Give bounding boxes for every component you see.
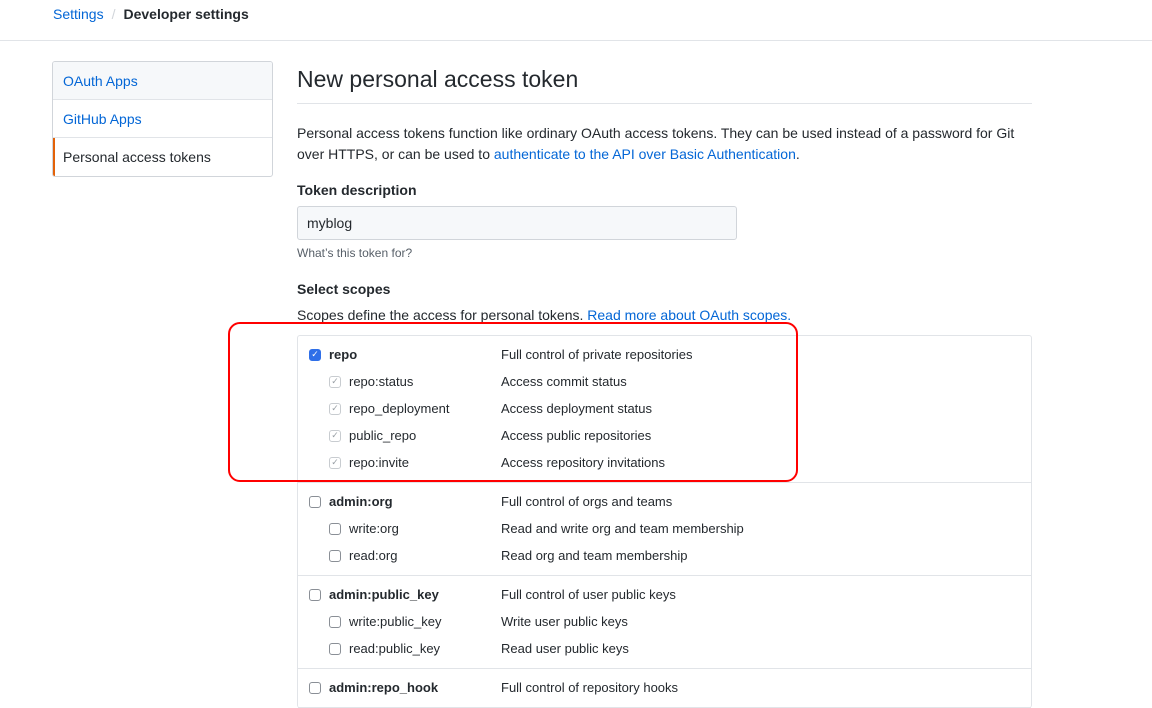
scope-name: repo:status [349, 374, 414, 389]
sidebar-nav: OAuth Apps GitHub Apps Personal access t… [52, 61, 273, 177]
scope-name: repo_deployment [349, 401, 450, 416]
scope-label[interactable]: admin:repo_hook [298, 680, 501, 695]
scope-checkbox-repo-status[interactable]: ✓ [329, 375, 341, 388]
scope-label[interactable]: write:public_key [298, 614, 501, 629]
token-description-input[interactable] [297, 206, 737, 240]
scope-checkbox-read-org[interactable] [329, 549, 341, 562]
top-bar: Settings / Developer settings [0, 0, 1152, 41]
scope-group-admin-public-key: admin:public_key Full control of user pub… [298, 576, 1031, 669]
token-description-label: Token description [297, 182, 417, 198]
scope-name: read:org [349, 548, 398, 563]
scope-description: Access public repositories [501, 428, 652, 443]
scope-checkbox-write-org[interactable] [329, 522, 341, 535]
scope-row-admin-public-key: admin:public_key Full control of user pub… [298, 581, 1031, 608]
scope-row-admin-org: admin:org Full control of orgs and teams [298, 488, 1031, 515]
scope-description: Full control of private repositories [501, 347, 693, 362]
scope-description: Read org and team membership [501, 548, 688, 563]
scopes-help-text: Scopes define the access for personal to… [297, 305, 1032, 325]
scope-name: public_repo [349, 428, 417, 443]
scope-description: Access commit status [501, 374, 627, 389]
scope-name: write:org [349, 521, 399, 536]
sidebar-item-github-apps[interactable]: GitHub Apps [53, 100, 272, 138]
intro-text: Personal access tokens function like ord… [297, 123, 1032, 165]
scope-row-admin-repo-hook: admin:repo_hook Full control of repositor… [298, 674, 1031, 701]
scope-label[interactable]: admin:public_key [298, 587, 501, 602]
scope-group-admin-org: admin:org Full control of orgs and teams w… [298, 483, 1031, 576]
scope-group-admin-repo-hook: admin:repo_hook Full control of repositor… [298, 669, 1031, 708]
scope-label[interactable]: ✓ repo:invite [298, 455, 501, 470]
scope-row-repo: ✓ repo Full control of private repositorie… [298, 341, 1031, 368]
scope-checkbox-read-public-key[interactable] [329, 642, 341, 655]
scope-name: read:public_key [349, 641, 441, 656]
scope-name: admin:public_key [329, 587, 439, 602]
scope-row-repo-deployment: ✓ repo_deployment Access deployment status [298, 395, 1031, 422]
scope-row-write-public-key: write:public_key Write user public keys [298, 608, 1031, 635]
oauth-scopes-link[interactable]: Read more about OAuth scopes. [587, 307, 791, 323]
sidebar-item-oauth-apps[interactable]: OAuth Apps [53, 62, 272, 100]
breadcrumb-separator: / [111, 6, 116, 22]
scope-description: Access repository invitations [501, 455, 666, 470]
scope-row-public-repo: ✓ public_repo Access public repositories [298, 422, 1031, 449]
page-title: New personal access token [297, 61, 1032, 104]
scope-row-write-org: write:org Read and write org and team mem… [298, 515, 1031, 542]
scope-name: repo:invite [349, 455, 409, 470]
scope-checkbox-public-repo[interactable]: ✓ [329, 429, 341, 442]
scope-name: write:public_key [349, 614, 442, 629]
basic-auth-link[interactable]: authenticate to the API over Basic Authe… [494, 146, 796, 162]
scope-checkbox-admin-public-key[interactable] [309, 588, 321, 601]
token-description-note: What’s this token for? [297, 246, 413, 260]
scope-label[interactable]: read:public_key [298, 641, 501, 656]
intro-end: . [795, 146, 800, 162]
scope-description: Full control of repository hooks [501, 680, 679, 695]
scope-row-repo-invite: ✓ repo:invite Access repository invitation… [298, 449, 1031, 476]
sidebar-item-personal-access-tokens[interactable]: Personal access tokens [53, 138, 272, 176]
select-scopes-label: Select scopes [297, 281, 391, 297]
scope-description: Full control of orgs and teams [501, 494, 673, 509]
scope-checkbox-admin-org[interactable] [309, 495, 321, 508]
scopes-list: ✓ repo Full control of private repositorie… [297, 335, 1032, 708]
breadcrumb-current: Developer settings [123, 6, 249, 22]
breadcrumb-settings-link[interactable]: Settings [53, 6, 104, 22]
scope-name: admin:org [329, 494, 393, 509]
scope-label[interactable]: write:org [298, 521, 501, 536]
scope-checkbox-repo[interactable]: ✓ [309, 348, 321, 361]
scope-description: Read and write org and team membership [501, 521, 744, 536]
scope-group-repo: ✓ repo Full control of private repositorie… [298, 336, 1031, 483]
scope-description: Read user public keys [501, 641, 629, 656]
scope-row-read-org: read:org Read org and team membership [298, 542, 1031, 569]
scope-row-repo-status: ✓ repo:status Access commit status [298, 368, 1031, 395]
scope-label[interactable]: read:org [298, 548, 501, 563]
scope-label[interactable]: ✓ repo_deployment [298, 401, 501, 416]
scopes-help-body: Scopes define the access for personal to… [297, 307, 588, 323]
scope-label[interactable]: ✓ public_repo [298, 428, 501, 443]
scope-label[interactable]: admin:org [298, 494, 501, 509]
breadcrumb: Settings / Developer settings [53, 6, 249, 22]
main-content: New personal access token Personal acces… [297, 61, 1032, 708]
scope-label[interactable]: ✓ repo:status [298, 374, 501, 389]
scope-name: repo [329, 347, 358, 362]
scope-name: admin:repo_hook [329, 680, 439, 695]
scope-description: Write user public keys [501, 614, 628, 629]
scope-label[interactable]: ✓ repo [298, 347, 501, 362]
scope-checkbox-repo-invite[interactable]: ✓ [329, 456, 341, 469]
scope-description: Full control of user public keys [501, 587, 676, 602]
scope-checkbox-write-public-key[interactable] [329, 615, 341, 628]
scope-row-read-public-key: read:public_key Read user public keys [298, 635, 1031, 662]
scope-description: Access deployment status [501, 401, 653, 416]
scope-checkbox-repo-deployment[interactable]: ✓ [329, 402, 341, 415]
